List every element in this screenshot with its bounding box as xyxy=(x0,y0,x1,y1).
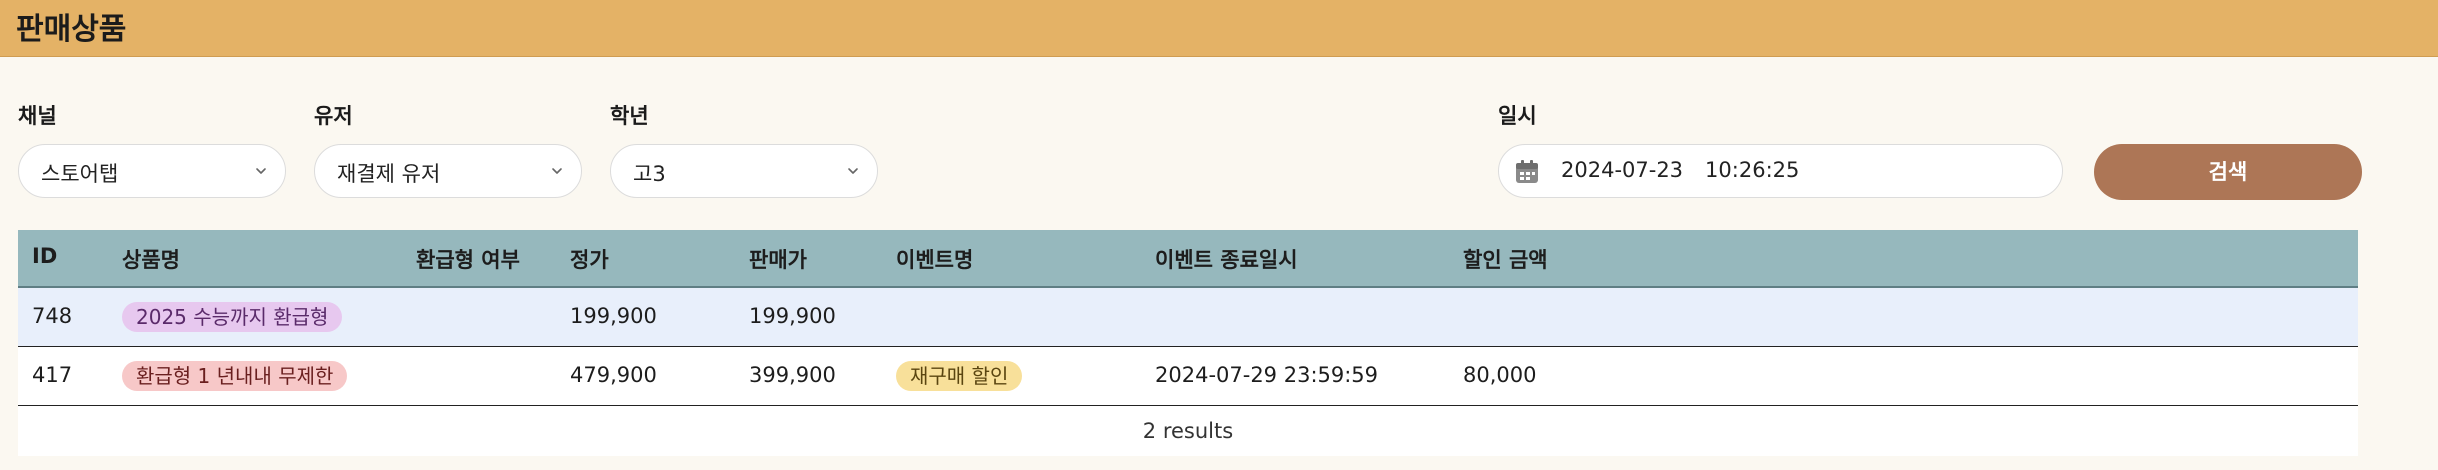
product-name-badge: 환급형 1 년내내 무제한 xyxy=(122,361,348,391)
channel-select-value: 스토어탭 xyxy=(41,162,119,186)
grade-select[interactable]: 고3 xyxy=(610,144,878,198)
table-header: ID 상품명 환급형 여부 정가 판매가 이벤트명 이벤트 종료일시 할인 금액 xyxy=(18,230,2358,288)
page-title: 판매상품 xyxy=(16,12,127,47)
column-header-refundable: 환급형 여부 xyxy=(416,248,520,272)
channel-select[interactable]: 스토어탭 xyxy=(18,144,286,198)
results-count: 2 results xyxy=(18,406,2358,456)
cell-id: 748 xyxy=(32,304,73,328)
user-select[interactable]: 재결제 유저 xyxy=(314,144,582,198)
column-header-list-price: 정가 xyxy=(570,248,609,272)
grade-label: 학년 xyxy=(610,104,649,128)
table-row[interactable]: 748 2025 수능까지 환급형 199,900 199,900 xyxy=(18,288,2358,347)
cell-id: 417 xyxy=(32,363,73,387)
channel-label: 채널 xyxy=(18,104,57,128)
datetime-value: 2024-07-23 10:26:25 xyxy=(1561,158,1799,182)
column-header-sale-price: 판매가 xyxy=(749,248,807,272)
datetime-label: 일시 xyxy=(1498,104,1537,128)
cell-list-price: 479,900 xyxy=(570,363,657,387)
user-select-value: 재결제 유저 xyxy=(337,162,441,186)
cell-sale-price: 199,900 xyxy=(749,304,836,328)
column-header-id: ID xyxy=(32,244,58,268)
cell-event-end: 2024-07-29 23:59:59 xyxy=(1155,363,1379,387)
products-table: ID 상품명 환급형 여부 정가 판매가 이벤트명 이벤트 종료일시 할인 금액… xyxy=(18,230,2358,456)
product-name-badge: 2025 수능까지 환급형 xyxy=(122,302,343,332)
cell-sale-price: 399,900 xyxy=(749,363,836,387)
event-badge: 재구매 할인 xyxy=(896,361,1023,391)
search-button[interactable]: 검색 xyxy=(2094,144,2362,200)
cell-list-price: 199,900 xyxy=(570,304,657,328)
chevron-down-icon xyxy=(848,168,858,174)
column-header-discount: 할인 금액 xyxy=(1463,248,1548,272)
grade-select-value: 고3 xyxy=(633,162,666,186)
column-header-name: 상품명 xyxy=(122,248,180,272)
app-header: 판매상품 xyxy=(0,0,2438,57)
cell-discount: 80,000 xyxy=(1463,363,1537,387)
table-row[interactable]: 417 환급형 1 년내내 무제한 479,900 399,900 재구매 할인… xyxy=(18,347,2358,406)
time-value: 10:26:25 xyxy=(1705,158,1800,182)
chevron-down-icon xyxy=(552,168,562,174)
column-header-event-end: 이벤트 종료일시 xyxy=(1155,248,1298,272)
datetime-picker[interactable]: 2024-07-23 10:26:25 xyxy=(1498,144,2063,198)
calendar-icon xyxy=(1516,160,1538,183)
chevron-down-icon xyxy=(256,168,266,174)
date-value: 2024-07-23 xyxy=(1561,158,1684,182)
user-label: 유저 xyxy=(314,104,353,128)
column-header-event: 이벤트명 xyxy=(896,248,974,272)
